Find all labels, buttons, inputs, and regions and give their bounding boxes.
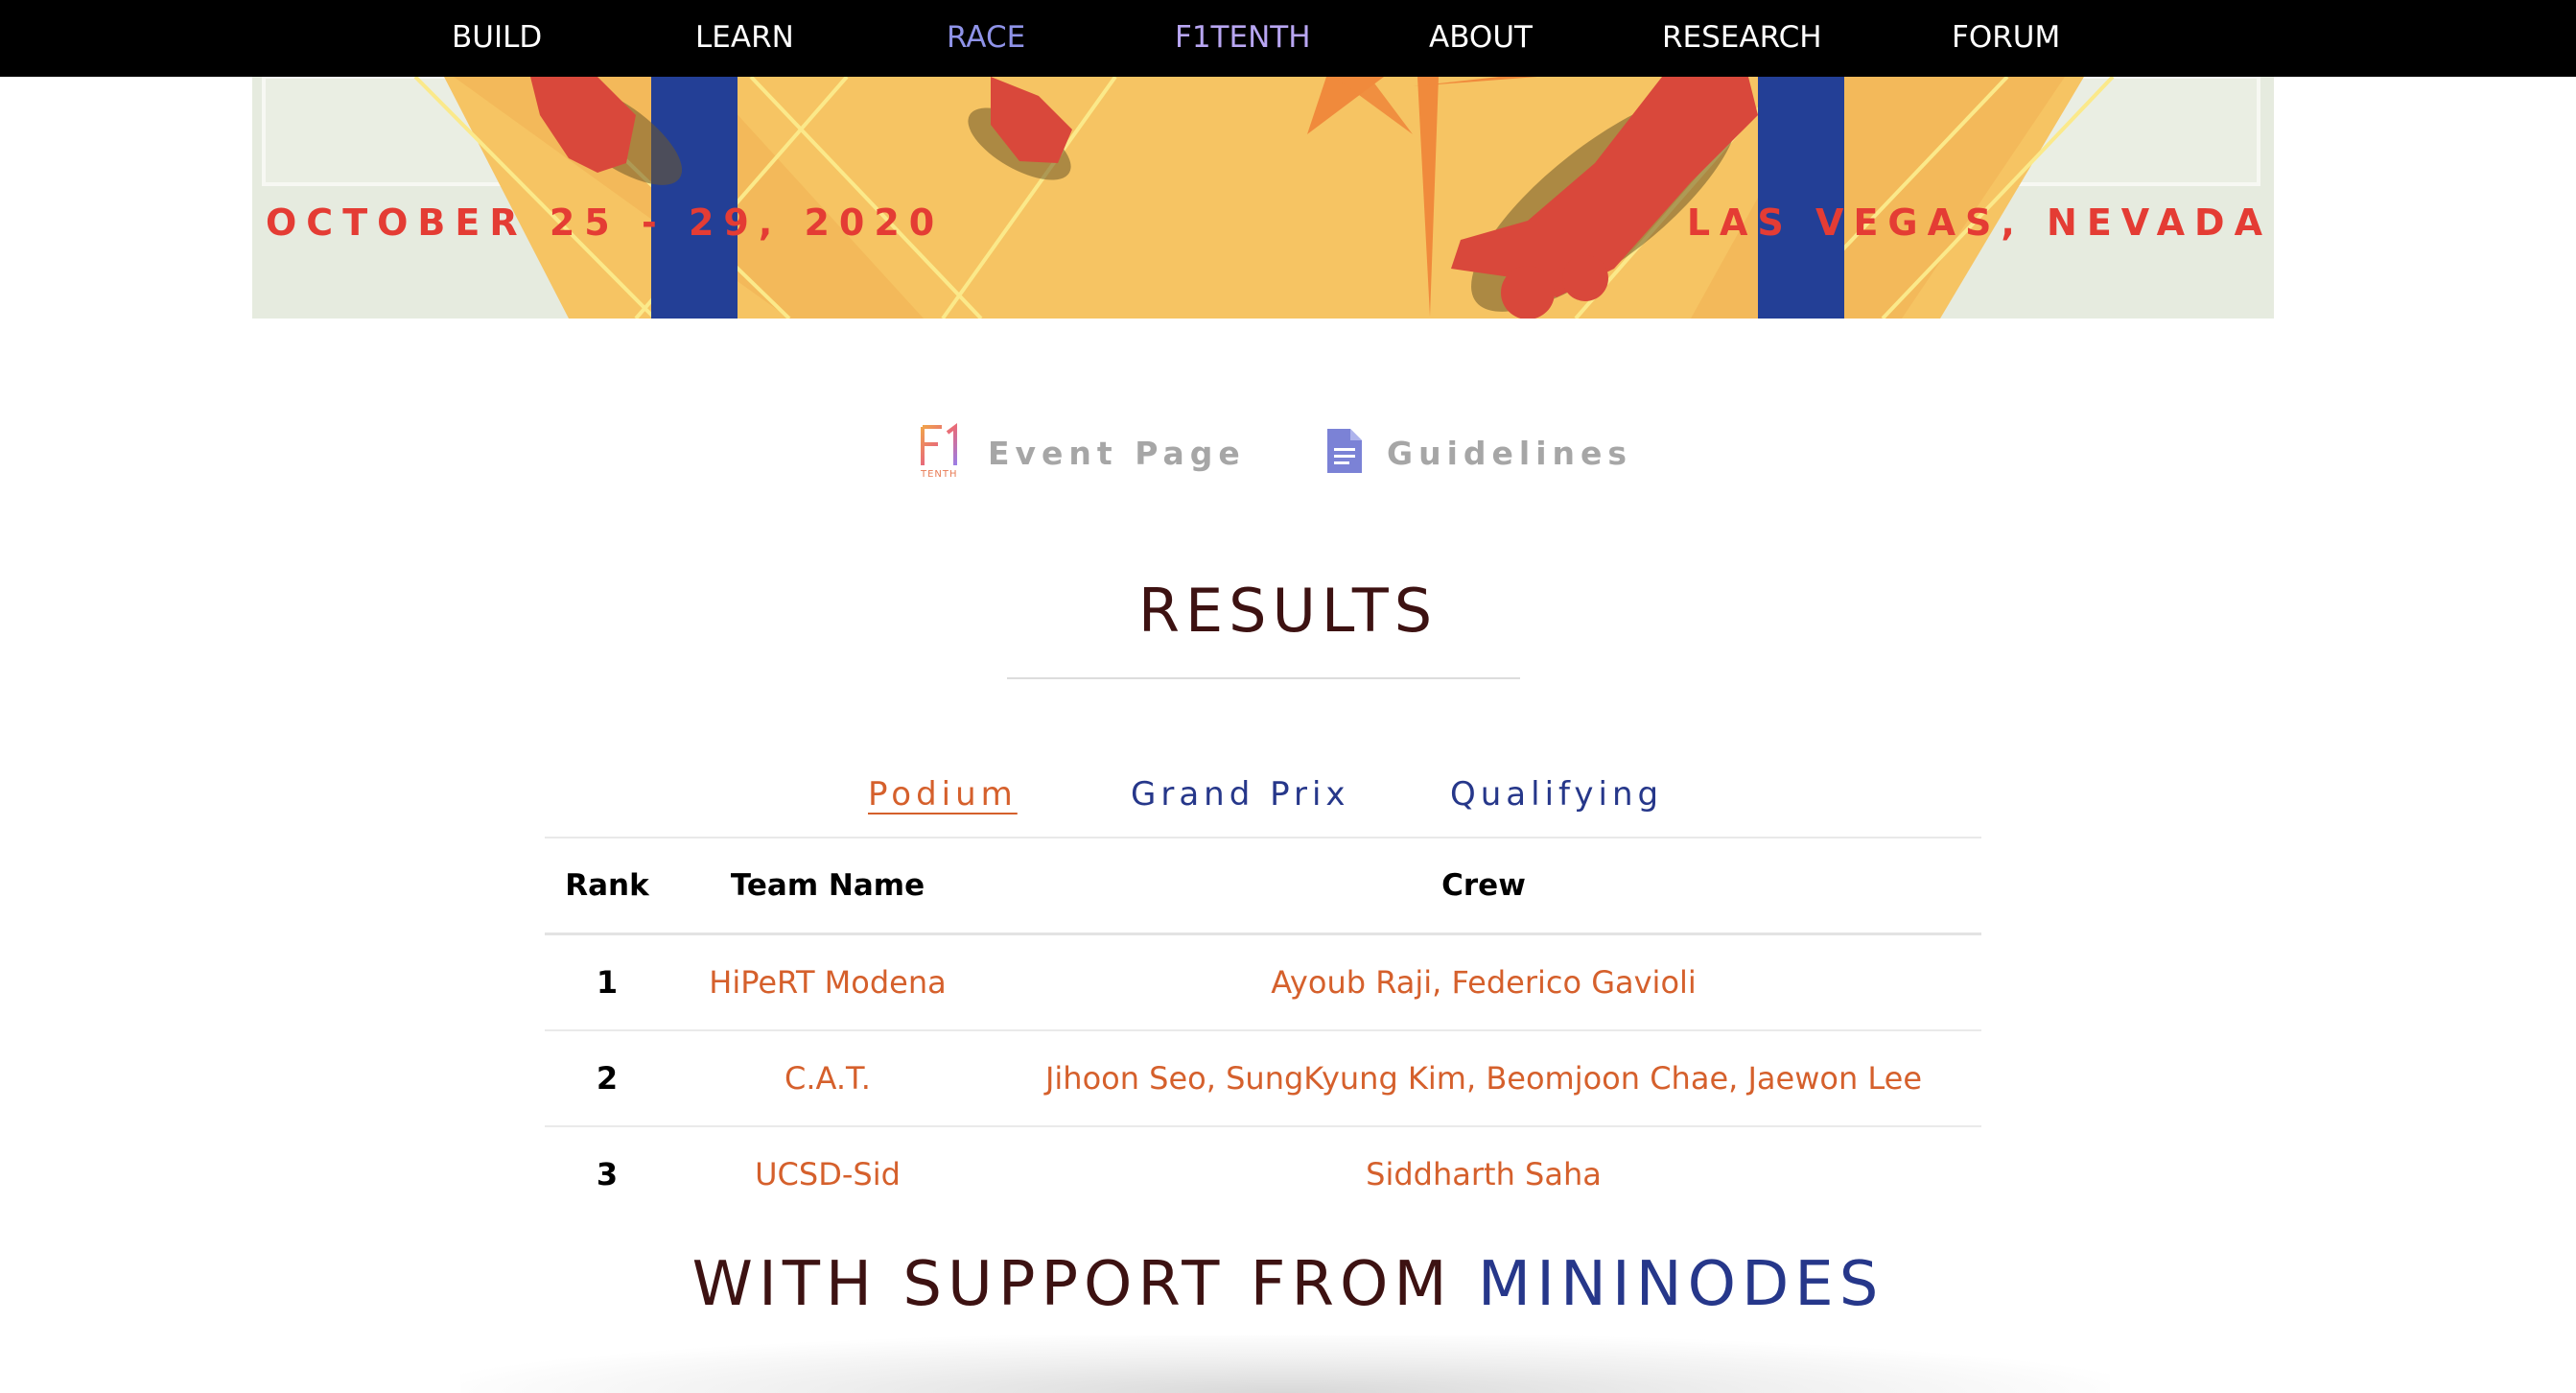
team-name-cell[interactable]: C.A.T. <box>669 1030 986 1127</box>
column-header-rank: Rank <box>545 837 669 935</box>
support-heading: WITH SUPPORT FROM MININODES <box>0 1249 2576 1320</box>
document-icon <box>1325 427 1364 480</box>
support-prefix: WITH SUPPORT FROM <box>691 1249 1453 1320</box>
column-header-crew: Crew <box>986 837 1981 935</box>
event-page-label: Event Page <box>988 434 1246 472</box>
nav-forum[interactable]: FORUM <box>1952 0 2060 77</box>
sponsor-name[interactable]: MININODES <box>1478 1249 1884 1320</box>
event-links: TENTH Event Page Guidelines <box>0 422 2576 484</box>
event-banner: OCTOBER 25 - 29, 2020 LAS VEGAS, NEVADA <box>252 77 2274 319</box>
nav-about[interactable]: ABOUT <box>1429 0 1533 77</box>
table-row: 2 C.A.T. Jihoon Seo, SungKyung Kim, Beom… <box>545 1030 1981 1127</box>
crew-cell[interactable]: Jihoon Seo, SungKyung Kim, Beomjoon Chae… <box>986 1030 1981 1127</box>
crew-cell[interactable]: Siddharth Saha <box>986 1126 1981 1221</box>
sponsor-card-edge <box>460 1335 2110 1393</box>
guidelines-label: Guidelines <box>1387 434 1633 472</box>
results-table: Rank Team Name Crew 1 HiPeRT Modena Ayou… <box>545 837 1981 1221</box>
guidelines-link[interactable]: Guidelines <box>1325 424 1632 482</box>
table-header-row: Rank Team Name Crew <box>545 837 1981 935</box>
tab-qualifying[interactable]: Qualifying <box>1450 775 1663 814</box>
banner-dates: OCTOBER 25 - 29, 2020 <box>266 201 945 244</box>
nav-race[interactable]: RACE <box>947 0 1025 77</box>
banner-artwork <box>252 77 2274 319</box>
top-navigation-bar: BUILD LEARN RACE F1TENTH ABOUT RESEARCH … <box>0 0 2576 77</box>
svg-text:TENTH: TENTH <box>920 469 958 479</box>
nav-f1tenth[interactable]: F1TENTH <box>1175 0 1311 77</box>
event-page-link[interactable]: TENTH Event Page <box>919 422 1246 484</box>
banner-location: LAS VEGAS, NEVADA <box>1686 201 2272 244</box>
rank-cell: 2 <box>545 1030 669 1127</box>
team-name-cell[interactable]: HiPeRT Modena <box>669 933 986 1031</box>
tab-podium[interactable]: Podium <box>868 775 1018 814</box>
nav-research[interactable]: RESEARCH <box>1662 0 1822 77</box>
table-row: 3 UCSD-Sid Siddharth Saha <box>545 1126 1981 1221</box>
nav-build[interactable]: BUILD <box>452 0 542 77</box>
f1tenth-logo-icon: TENTH <box>919 422 965 484</box>
rank-cell: 3 <box>596 1156 619 1192</box>
tab-grand-prix[interactable]: Grand Prix <box>1131 775 1350 814</box>
table-row: 1 HiPeRT Modena Ayoub Raji, Federico Gav… <box>545 933 1981 1031</box>
nav-learn[interactable]: LEARN <box>695 0 794 77</box>
heading-divider <box>1007 677 1520 679</box>
crew-cell[interactable]: Ayoub Raji, Federico Gavioli <box>986 933 1981 1031</box>
team-name-cell[interactable]: UCSD-Sid <box>669 1126 986 1221</box>
results-heading: RESULTS <box>1137 576 1439 646</box>
rank-cell: 1 <box>545 933 669 1031</box>
column-header-team: Team Name <box>669 837 986 935</box>
